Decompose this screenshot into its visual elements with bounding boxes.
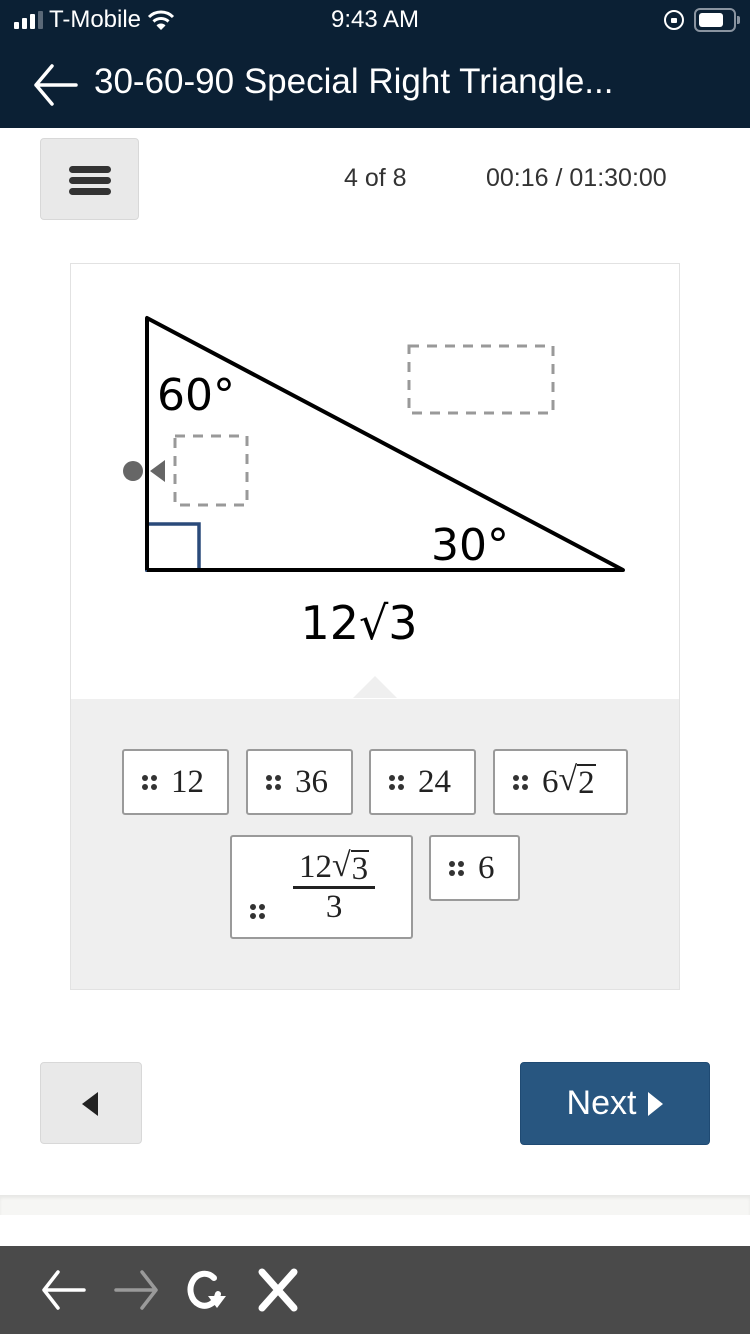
page-bottom-edge <box>0 1195 750 1215</box>
nav-header: 30-60-90 Special Right Triangle... <box>0 42 750 128</box>
quiz-toolbar: 4 of 8 00:16 / 01:30:00 <box>0 128 750 238</box>
answer-chip-36[interactable]: 36 <box>246 749 353 815</box>
answer-chip-24[interactable]: 24 <box>369 749 476 815</box>
right-angle-marker <box>145 522 201 572</box>
answer-chip-6-root-2[interactable]: 6 √ 2 <box>493 749 628 815</box>
browser-reload-icon[interactable] <box>182 1266 230 1314</box>
caret-left-icon <box>82 1092 98 1116</box>
drag-handle-icon <box>250 903 265 919</box>
triangle-figure: 60° 30° 12√3 <box>123 316 625 650</box>
question-panel: 60° 30° 12√3 12 36 24 6 √ 2 12 √ 3 3 6 <box>70 263 680 990</box>
answer-tray: 12 36 24 6 √ 2 12 √ 3 3 6 <box>71 699 679 989</box>
caret-right-icon <box>648 1091 664 1116</box>
answer-chip-6[interactable]: 6 <box>429 835 520 901</box>
drop-target-dot-icon <box>123 461 143 481</box>
triangle-diagram: 60° 30° 12√3 <box>71 264 679 699</box>
angle-label-top: 60° <box>157 370 235 421</box>
browser-forward-icon[interactable] <box>112 1266 160 1314</box>
hamburger-icon <box>69 166 111 173</box>
drag-handle-icon <box>266 774 281 790</box>
hypotenuse-drop-zone[interactable] <box>407 344 555 415</box>
status-bar: T-Mobile 9:43 AM <box>0 0 750 42</box>
drag-handle-icon <box>389 774 404 790</box>
drag-handle-icon <box>449 860 464 876</box>
sqrt-symbol: √ <box>558 761 578 799</box>
next-button[interactable]: Next <box>520 1062 710 1145</box>
page-title: 30-60-90 Special Right Triangle... <box>94 62 614 101</box>
answer-chip-12[interactable]: 12 <box>122 749 229 815</box>
side-label-bottom: 12√3 <box>300 596 417 650</box>
next-label: Next <box>566 1084 637 1122</box>
quiz-timer: 00:16 / 01:30:00 <box>486 164 667 192</box>
battery-icon <box>694 8 740 32</box>
browser-back-icon[interactable] <box>40 1266 88 1314</box>
status-time: 9:43 AM <box>330 6 420 33</box>
back-arrow-icon[interactable] <box>30 60 80 110</box>
left-leg-drop-zone[interactable] <box>173 434 249 507</box>
tray-notch <box>353 676 397 698</box>
answer-chip-12-root-3-over-3[interactable]: 12 √ 3 3 <box>230 835 413 939</box>
browser-close-icon[interactable] <box>254 1266 302 1314</box>
browser-toolbar <box>0 1246 750 1334</box>
drag-handle-icon <box>513 774 528 790</box>
angle-label-right: 30° <box>431 520 509 571</box>
drag-handle-icon <box>142 774 157 790</box>
question-counter: 4 of 8 <box>344 164 407 192</box>
drop-target-pointer-icon <box>150 460 165 482</box>
fraction: 12 √ 3 3 <box>293 846 376 926</box>
sqrt-symbol: √ <box>332 846 351 884</box>
previous-button[interactable] <box>40 1062 142 1144</box>
rotation-lock-icon <box>664 10 684 30</box>
menu-button[interactable] <box>40 138 139 220</box>
